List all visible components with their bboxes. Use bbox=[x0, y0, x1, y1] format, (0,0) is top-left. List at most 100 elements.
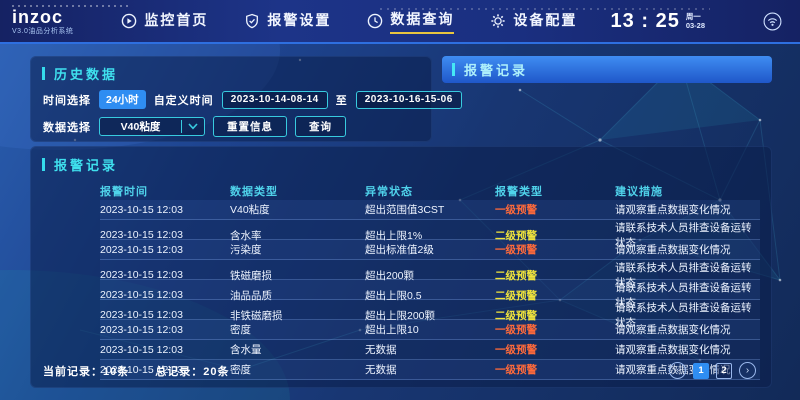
table-row: 2023-10-15 12:03污染度超出标准值2级一级预警请观察重点数据变化情… bbox=[100, 240, 760, 260]
table-row: 2023-10-15 12:03V40粘度超出范围值3CST一级预警请观察重点数… bbox=[100, 200, 760, 220]
data-type-dropdown[interactable]: V40粘度 bbox=[99, 117, 205, 136]
history-data-panel: 历史数据 时间选择 24小时 自定义时间 2023-10-14-08-14 至 … bbox=[30, 56, 432, 142]
nav-label: 监控首页 bbox=[144, 10, 208, 32]
data-type-cell: 非铁磁磨损 bbox=[230, 308, 365, 323]
page-button-2[interactable]: 2 bbox=[716, 363, 732, 379]
preset-24h-button[interactable]: 24小时 bbox=[99, 90, 146, 109]
abnormal-status-cell: 超出200颗 bbox=[365, 268, 495, 283]
alarm-time-cell: 2023-10-15 12:03 bbox=[100, 324, 230, 336]
logo-text: inzoc bbox=[12, 8, 73, 26]
dropdown-selected-value: V40粘度 bbox=[100, 119, 181, 134]
time-filter-row: 时间选择 24小时 自定义时间 2023-10-14-08-14 至 2023-… bbox=[43, 90, 432, 109]
table-row: 2023-10-15 12:03含水量无数据一级预警请观察重点数据变化情况 bbox=[100, 340, 760, 360]
column-header: 报警时间 bbox=[100, 183, 230, 199]
monitor-play-icon bbox=[121, 13, 137, 29]
data-type-cell: 密度 bbox=[230, 362, 365, 377]
data-filter-row: 数据选择 V40粘度 重置信息 查询 bbox=[43, 116, 432, 137]
alarm-table-panel: 报警记录 报警时间数据类型异常状态报警类型建议措施 2023-10-15 12:… bbox=[30, 146, 772, 388]
advice-cell: 请观察重点数据变化情况 bbox=[615, 342, 760, 357]
alarm-level-cell: 一级预警 bbox=[495, 202, 615, 217]
alarm-level-cell: 二级预警 bbox=[495, 268, 615, 283]
column-header: 异常状态 bbox=[365, 183, 495, 199]
data-type-cell: 含水率 bbox=[230, 228, 365, 243]
abnormal-status-cell: 超出上限1% bbox=[365, 228, 495, 243]
chevron-down-icon bbox=[182, 123, 204, 130]
abnormal-status-cell: 超出标准值2级 bbox=[365, 242, 495, 257]
date-from-input[interactable]: 2023-10-14-08-14 bbox=[222, 91, 328, 109]
data-type-cell: 含水量 bbox=[230, 342, 365, 357]
page-button-1[interactable]: 1 bbox=[693, 363, 709, 379]
section-accent-bar bbox=[42, 158, 45, 171]
nav-label: 数据查询 bbox=[390, 9, 454, 34]
alarm-level-cell: 一级预警 bbox=[495, 242, 615, 257]
oil-analysis-dashboard: inzoc V3.0油品分析系统 监控首页 报警设置 数据查询 设备配置 13 : 2… bbox=[0, 0, 800, 400]
wifi-icon bbox=[763, 12, 782, 31]
query-button[interactable]: 查询 bbox=[295, 116, 346, 137]
alarm-records-tab[interactable]: 报警记录 bbox=[442, 56, 772, 83]
table-body: 2023-10-15 12:03V40粘度超出范围值3CST一级预警请观察重点数… bbox=[30, 200, 772, 380]
nav-label: 设备配置 bbox=[513, 10, 577, 32]
advice-cell: 请观察重点数据变化情况 bbox=[615, 202, 760, 217]
to-label: 至 bbox=[336, 92, 348, 108]
alarm-time-cell: 2023-10-15 12:03 bbox=[100, 309, 230, 321]
table-row: 2023-10-15 12:03油品品质超出上限0.5二级预警请联系技术人员排查… bbox=[100, 280, 760, 300]
top-bar: inzoc V3.0油品分析系统 监控首页 报警设置 数据查询 设备配置 13 : 2… bbox=[0, 0, 800, 44]
advice-cell: 请观察重点数据变化情况 bbox=[615, 242, 760, 257]
alarm-time-cell: 2023-10-15 12:03 bbox=[100, 344, 230, 356]
alarm-time-cell: 2023-10-15 12:03 bbox=[100, 229, 230, 241]
table-row: 2023-10-15 12:03密度超出上限10一级预警请观察重点数据变化情况 bbox=[100, 320, 760, 340]
custom-time-toggle[interactable]: 自定义时间 bbox=[154, 92, 214, 108]
main-nav: 监控首页 报警设置 数据查询 设备配置 bbox=[121, 9, 577, 34]
logo-subtitle: V3.0油品分析系统 bbox=[12, 28, 73, 35]
data-type-cell: 铁磁磨损 bbox=[230, 268, 365, 283]
table-section-header: 报警记录 bbox=[30, 146, 772, 174]
nav-item-4[interactable]: 设备配置 bbox=[490, 9, 577, 34]
clock-time: 13 : 25 bbox=[611, 10, 680, 33]
abnormal-status-cell: 超出范围值3CST bbox=[365, 202, 495, 217]
current-records-count: 当前记录：10条 bbox=[43, 363, 129, 379]
abnormal-status-cell: 超出上限0.5 bbox=[365, 288, 495, 303]
data-type-cell: V40粘度 bbox=[230, 202, 365, 217]
alarm-time-cell: 2023-10-15 12:03 bbox=[100, 289, 230, 301]
table-footer: 当前记录：10条 总记录：20条 bbox=[43, 363, 230, 379]
history-panel-header: 历史数据 bbox=[30, 56, 432, 83]
total-records-count: 总记录：20条 bbox=[155, 363, 229, 379]
data-select-label: 数据选择 bbox=[43, 119, 91, 135]
alarm-level-cell: 一级预警 bbox=[495, 342, 615, 357]
alarm-level-cell: 二级预警 bbox=[495, 308, 615, 323]
column-header: 数据类型 bbox=[230, 183, 365, 199]
nav-item-2[interactable]: 报警设置 bbox=[244, 9, 331, 34]
advice-cell: 请观察重点数据变化情况 bbox=[615, 322, 760, 337]
time-select-label: 时间选择 bbox=[43, 92, 91, 108]
data-type-cell: 油品品质 bbox=[230, 288, 365, 303]
clock-weekday: 周一 bbox=[686, 12, 705, 21]
column-header: 报警类型 bbox=[495, 183, 615, 199]
abnormal-status-cell: 无数据 bbox=[365, 342, 495, 357]
section-accent-bar bbox=[42, 67, 45, 80]
table-header-row: 报警时间数据类型异常状态报警类型建议措施 bbox=[100, 182, 760, 200]
table-row: 2023-10-15 12:03非铁磁磨损超出上限200颗二级预警请联系技术人员… bbox=[100, 300, 760, 320]
nav-item-3[interactable]: 数据查询 bbox=[367, 9, 454, 34]
alarm-tab-title: 报警记录 bbox=[464, 60, 528, 79]
alarm-level-cell: 一级预警 bbox=[495, 362, 615, 377]
nav-label: 报警设置 bbox=[267, 10, 331, 32]
clock-date: 周一 03-28 bbox=[686, 12, 705, 31]
nav-item-1[interactable]: 监控首页 bbox=[121, 9, 208, 34]
alarm-level-cell: 二级预警 bbox=[495, 228, 615, 243]
abnormal-status-cell: 超出上限200颗 bbox=[365, 308, 495, 323]
reset-button[interactable]: 重置信息 bbox=[213, 116, 287, 137]
logo: inzoc V3.0油品分析系统 bbox=[12, 8, 73, 35]
prev-page-button[interactable]: ‹ bbox=[669, 362, 686, 379]
column-header: 建议措施 bbox=[615, 183, 760, 199]
date-to-input[interactable]: 2023-10-16-15-06 bbox=[356, 91, 462, 109]
next-page-button[interactable]: › bbox=[739, 362, 756, 379]
gear-icon bbox=[490, 13, 506, 29]
clock-day: 03-28 bbox=[686, 21, 705, 30]
abnormal-status-cell: 超出上限10 bbox=[365, 322, 495, 337]
alarm-level-cell: 一级预警 bbox=[495, 322, 615, 337]
alarm-time-cell: 2023-10-15 12:03 bbox=[100, 244, 230, 256]
abnormal-status-cell: 无数据 bbox=[365, 362, 495, 377]
alarm-time-cell: 2023-10-15 12:03 bbox=[100, 204, 230, 216]
alarm-time-cell: 2023-10-15 12:03 bbox=[100, 269, 230, 281]
data-type-cell: 密度 bbox=[230, 322, 365, 337]
